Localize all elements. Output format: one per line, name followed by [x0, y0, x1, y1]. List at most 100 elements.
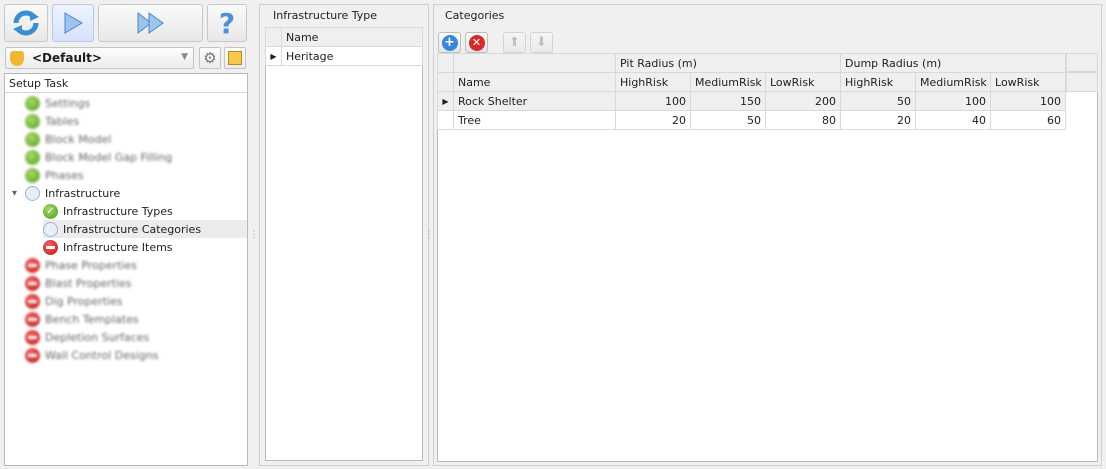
tree-item-label: Infrastructure Items [63, 240, 173, 254]
tree-item-label: Block Model Gap Filling [45, 150, 173, 164]
blocked-status-icon [25, 257, 40, 273]
tree-item[interactable]: Bench Templates [25, 310, 139, 328]
cell-value[interactable]: 40 [915, 110, 992, 130]
infra-type-title: Infrastructure Type [273, 9, 378, 22]
run-all-button[interactable] [98, 4, 203, 42]
tree-item[interactable]: Infrastructure Items [43, 238, 173, 256]
tree-item-label: Infrastructure Types [63, 204, 173, 218]
cell-value[interactable]: 20 [615, 110, 691, 130]
cell-value[interactable]: 50 [690, 110, 766, 130]
tree-item[interactable]: Block Model [25, 130, 111, 148]
cell-name[interactable]: Heritage [281, 46, 423, 66]
complete-status-icon [25, 131, 40, 147]
tree-item[interactable]: Block Model Gap Filling [25, 148, 172, 166]
help-button[interactable]: ? [207, 4, 247, 42]
plus-icon: + [441, 34, 458, 51]
tree-item[interactable]: Phases [25, 166, 84, 184]
cell-value[interactable]: 150 [690, 91, 766, 111]
profile-selected: <Default> [32, 51, 102, 65]
tree-item[interactable]: Infrastructure Categories [43, 220, 247, 238]
delete-icon: ✕ [468, 34, 485, 51]
tree-item[interactable]: Tables [25, 112, 79, 130]
middle-splitter[interactable]: ⋮ [425, 0, 434, 469]
mask-icon [10, 50, 24, 66]
column-header-pit-high[interactable]: HighRisk [615, 72, 691, 92]
blocked-status-icon [25, 275, 40, 291]
tree-item-label: Infrastructure [45, 186, 121, 200]
tree-item-label: Wall Control Designs [45, 348, 159, 362]
fast-forward-icon [137, 12, 164, 34]
move-down-button[interactable]: ⬇ [530, 32, 553, 53]
column-header-pit-medium[interactable]: MediumRisk [690, 72, 766, 92]
left-splitter[interactable]: ⋮ [250, 0, 259, 469]
tree-item-label: Block Model [45, 132, 112, 146]
play-icon [64, 12, 83, 34]
tree-item[interactable]: Phase Properties [25, 256, 137, 274]
cell-value[interactable]: 50 [840, 91, 917, 111]
tree-item-label: Infrastructure Categories [63, 222, 202, 236]
tree-item[interactable]: ✓ Infrastructure Types [43, 202, 173, 220]
column-header-dump-medium[interactable]: MediumRisk [915, 72, 992, 92]
cell-value[interactable]: 100 [915, 91, 992, 111]
table-row[interactable]: ▶ Heritage [265, 46, 423, 66]
column-header-name[interactable]: Name [453, 72, 616, 92]
tree-item-label: Phases [45, 168, 84, 182]
tree-item[interactable]: Dig Properties [25, 292, 123, 310]
blocked-status-icon [43, 239, 58, 255]
move-up-button[interactable]: ⬆ [503, 32, 526, 53]
band-dump-radius[interactable]: Dump Radius (m) [840, 53, 1067, 73]
pending-status-icon [25, 185, 40, 201]
cell-value[interactable]: 100 [990, 91, 1067, 111]
help-icon: ? [218, 6, 236, 40]
arrow-down-icon: ⬇ [536, 35, 547, 50]
refresh-button[interactable] [4, 4, 48, 42]
table-row[interactable]: Tree 20 50 80 20 40 60 [437, 110, 1067, 130]
blocked-status-icon [25, 311, 40, 327]
column-header-name[interactable]: Name [281, 27, 423, 47]
cell-name[interactable]: Rock Shelter [453, 91, 616, 111]
gear-icon: ⚙ [203, 49, 217, 67]
infra-type-grid: Name ▶ Heritage [265, 27, 423, 461]
cell-value[interactable]: 60 [990, 110, 1067, 130]
tree-item[interactable]: Settings [25, 94, 90, 112]
tree-item[interactable]: ▾ Infrastructure [12, 184, 121, 202]
cell-value[interactable]: 200 [764, 91, 842, 111]
categories-group: Categories + ✕ ⬆ ⬇ Pit Radius (m) Dump R… [433, 4, 1102, 466]
note-icon [228, 51, 242, 65]
band-pit-radius[interactable]: Pit Radius (m) [614, 53, 842, 73]
refresh-icon [13, 10, 39, 36]
column-header-pit-low[interactable]: LowRisk [764, 72, 842, 92]
run-button[interactable] [52, 4, 94, 42]
categories-title: Categories [445, 9, 505, 22]
pending-status-icon [43, 221, 58, 237]
complete-status-icon [25, 167, 40, 183]
tree-item-label: Dig Properties [45, 294, 123, 308]
arrow-up-icon: ⬆ [509, 35, 520, 50]
cell-value[interactable]: 80 [764, 110, 842, 130]
tree-item[interactable]: Depletion Surfaces [25, 328, 149, 346]
cell-name[interactable]: Tree [453, 110, 616, 130]
tree-item[interactable]: Blast Properties [25, 274, 131, 292]
add-button[interactable]: + [438, 32, 461, 53]
chevron-down-icon: ▼ [181, 52, 188, 62]
complete-status-icon [25, 113, 40, 129]
profile-dropdown[interactable]: <Default> ▼ [5, 47, 194, 69]
setup-task-panel: Setup Task Settings Tables Block Model Bloc… [4, 73, 248, 466]
column-header-dump-high[interactable]: HighRisk [840, 72, 917, 92]
tree-item[interactable]: Wall Control Designs [25, 346, 159, 364]
column-header-dump-low[interactable]: LowRisk [990, 72, 1067, 92]
setup-task-header: Setup Task [5, 74, 247, 93]
delete-button[interactable]: ✕ [465, 32, 488, 53]
cell-value[interactable]: 20 [840, 110, 917, 130]
infra-type-group: Infrastructure Type Name ▶ Heritage [259, 4, 429, 466]
tree-item-label: Depletion Surfaces [45, 330, 150, 344]
settings-button[interactable]: ⚙ [199, 47, 221, 69]
table-row[interactable]: ▶ Rock Shelter 100 150 200 50 100 100 [437, 91, 1067, 111]
cell-value[interactable]: 100 [615, 91, 691, 111]
note-button[interactable] [224, 47, 246, 69]
tree-item-label: Bench Templates [45, 312, 139, 326]
blocked-status-icon [25, 293, 40, 309]
row-indicator-icon: ▶ [265, 46, 282, 66]
row-indicator-icon: ▶ [437, 91, 454, 111]
expand-toggle-icon[interactable]: ▾ [12, 188, 17, 199]
